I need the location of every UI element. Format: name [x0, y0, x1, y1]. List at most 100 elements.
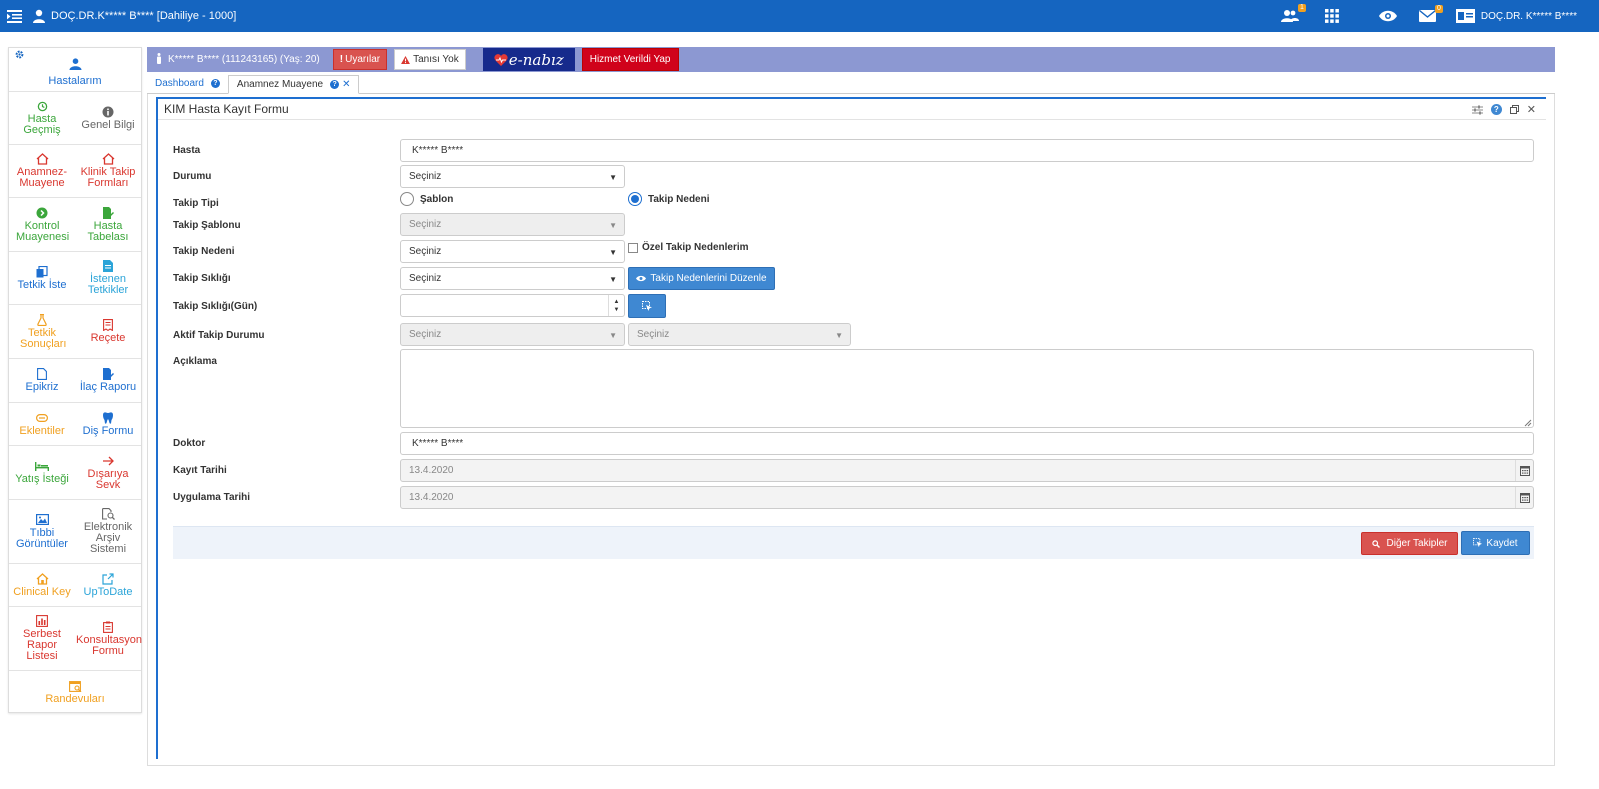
sidebar-item-elektronik-arsiv[interactable]: Elektronik Arşiv Sistemi	[75, 500, 141, 563]
clipboard-icon	[103, 621, 113, 633]
sidebar-item-istenen-tetkikler[interactable]: İstenen Tetkikler	[75, 252, 141, 304]
sidebar-item-tibbi-goruntuler[interactable]: Tıbbi Görüntüler	[9, 500, 75, 563]
caret-down-icon[interactable]: ▼	[614, 306, 620, 314]
diger-takipler-button[interactable]: Diğer Takipler	[1361, 532, 1458, 555]
sidebar-item-epikriz[interactable]: Epikriz	[9, 359, 75, 402]
enabiz-logo[interactable]: e-nabız	[482, 48, 575, 71]
caret-up-icon[interactable]: ▲	[614, 298, 620, 306]
settings-sliders-icon[interactable]	[1471, 105, 1483, 115]
grid-icon[interactable]	[1324, 9, 1339, 23]
help-icon[interactable]: ?	[330, 80, 340, 89]
ozel-takip-label: Özel Takip Nedenlerim	[642, 242, 749, 253]
calendar-icon[interactable]	[1515, 460, 1533, 481]
sidebar-item-label: Serbest Rapor Listesi	[23, 628, 61, 662]
hasta-field[interactable]: K***** B****	[400, 139, 1534, 162]
sidebar-item-tetkik-iste[interactable]: Tetkik İste	[9, 252, 75, 304]
copy-icon	[36, 265, 48, 278]
sidebar-item-genel-bilgi[interactable]: Genel Bilgi	[75, 92, 141, 144]
tab-label: Dashboard	[155, 78, 204, 89]
doktor-field[interactable]: K***** B****	[400, 432, 1534, 455]
close-icon[interactable]: ✕	[1527, 103, 1536, 116]
sidebar-item-hasta-tabelasi[interactable]: Hasta Tabelası	[75, 198, 141, 251]
home-icon	[36, 153, 49, 165]
sidebar-item-eklentiler[interactable]: Eklentiler	[9, 403, 75, 445]
radio-takip-nedeni[interactable]: Takip Nedeni	[628, 192, 710, 206]
help-icon[interactable]: ?	[210, 79, 220, 88]
doctor-name[interactable]: DOÇ.DR. K***** B****	[1481, 11, 1577, 22]
warning-triangle-icon	[401, 55, 411, 64]
warnings-button[interactable]: ! Uyarılar	[332, 49, 388, 70]
takip-nedenleri-duzenle-button[interactable]: Takip Nedenlerini Düzenle	[628, 267, 775, 290]
home-icon	[36, 572, 49, 585]
aktif-takip-durumu-value-1: Seçiniz	[409, 329, 442, 340]
service-done-button[interactable]: Hizmet Verildi Yap	[581, 48, 679, 71]
sidebar-item-klinik-takip[interactable]: Klinik Takip Formları	[75, 145, 141, 197]
user-icon	[32, 9, 46, 23]
users-badge: 1	[1297, 4, 1306, 12]
caret-down-icon: ▼	[609, 221, 617, 230]
sidebar-item-uptodate[interactable]: UpToDate	[75, 564, 141, 606]
takip-sablonu-value: Seçiniz	[409, 219, 442, 230]
sidebar-item-clinical-key[interactable]: Clinical Key	[9, 564, 75, 606]
bed-icon	[35, 460, 49, 472]
sidebar-item-randevulari[interactable]: Randevuları	[9, 671, 141, 713]
sidebar-item-tetkik-sonuclari[interactable]: Tetkik Sonuçları	[9, 305, 75, 358]
sidebar-item-serbest-rapor[interactable]: Serbest Rapor Listesi	[9, 607, 75, 670]
caret-down-icon: ▼	[609, 275, 617, 284]
tab-anamnez-muayene[interactable]: Anamnez Muayene ? ✕	[227, 75, 360, 94]
kaydet-label: Kaydet	[1486, 537, 1518, 549]
id-card-icon[interactable]	[1455, 9, 1475, 23]
sidebar-item-konsultasyon-formu[interactable]: Konsultasyon Formu	[75, 607, 142, 670]
gear-icon[interactable]	[15, 50, 24, 62]
form-footer	[173, 526, 1534, 559]
radio-circle[interactable]	[400, 192, 414, 206]
form-header: KIM Hasta Kayıt Formu ? ✕	[158, 99, 1546, 120]
users-icon[interactable]: 1	[1280, 4, 1306, 23]
select-pointer-button[interactable]	[628, 294, 666, 318]
sidebar-item-dis-formu[interactable]: Diş Formu	[75, 403, 141, 445]
help-icon[interactable]: ?	[1490, 104, 1502, 115]
checkbox-box[interactable]	[628, 242, 638, 253]
kayit-tarihi-input[interactable]: 13.4.2020	[400, 459, 1534, 482]
aciklama-textarea[interactable]	[400, 349, 1534, 428]
warnings-label: Uyarılar	[345, 54, 381, 65]
tab-dashboard[interactable]: Dashboard ?	[147, 74, 228, 93]
kaydet-button[interactable]: Kaydet	[1461, 531, 1530, 555]
radio-sablon[interactable]: Şablon	[400, 192, 453, 206]
sidebar-item-hastalarim[interactable]: Hastalarım	[9, 48, 141, 92]
enabiz-text: e-nabız	[508, 50, 564, 69]
takip-sikligi-gun-input[interactable]: ▲ ▼	[400, 294, 625, 317]
calendar-icon[interactable]	[1515, 487, 1533, 508]
arrow-circle-icon	[36, 207, 48, 219]
takip-nedeni-select[interactable]: Seçiniz ▼	[400, 240, 625, 263]
sidebar-item-recete[interactable]: Reçete	[75, 305, 141, 358]
durumu-select[interactable]: Seçiniz ▼	[400, 165, 625, 188]
aktif-takip-durumu-select-1: Seçiniz ▼	[400, 323, 625, 346]
sidebar-item-disariya-sevk[interactable]: Dışarıya Sevk	[75, 446, 141, 499]
takip-sikligi-select[interactable]: Seçiniz ▼	[400, 267, 625, 290]
sidebar-item-label: Randevuları	[45, 692, 105, 705]
sidebar-item-ilac-raporu[interactable]: İlaç Raporu	[75, 359, 141, 402]
takip-sikligi-gun-label: Takip Sıklığı(Gün)	[173, 301, 258, 312]
number-stepper[interactable]: ▲ ▼	[608, 295, 624, 316]
sidebar-item-yatis-istegi[interactable]: Yatış İsteği	[9, 446, 75, 499]
sidebar-row: Serbest Rapor Listesi Konsultasyon Formu	[9, 607, 142, 671]
sidebar-item-hasta-gecmis[interactable]: Hasta Geçmiş	[9, 92, 75, 144]
resize-handle-icon[interactable]	[1524, 418, 1532, 427]
sidebar-item-label: İstenen Tetkikler	[87, 273, 129, 296]
mail-badge: 0	[1434, 5, 1443, 13]
restore-window-icon[interactable]	[1509, 105, 1519, 114]
diagnosis-button[interactable]: Tanısı Yok	[394, 49, 466, 70]
ozel-takip-checkbox[interactable]: Özel Takip Nedenlerim	[628, 242, 749, 253]
mail-icon[interactable]: 0	[1418, 5, 1443, 22]
menu-toggle-icon[interactable]	[4, 8, 24, 24]
patient-name-text: K***** B**** (111243165) (Yaş: 20)	[168, 54, 320, 65]
eye-icon[interactable]	[1378, 10, 1397, 22]
sidebar-item-kontrol-muayenesi[interactable]: Kontrol Muayenesi	[9, 198, 75, 251]
sidebar-item-anamnez-muayene[interactable]: Anamnez-Muayene	[9, 145, 75, 197]
radio-circle[interactable]	[628, 192, 642, 206]
uygulama-tarihi-input[interactable]: 13.4.2020	[400, 486, 1534, 509]
patient-name[interactable]: K***** B**** (111243165) (Yaş: 20)	[156, 52, 320, 67]
close-icon[interactable]: ✕	[342, 79, 350, 90]
search-doc-icon	[101, 508, 115, 520]
